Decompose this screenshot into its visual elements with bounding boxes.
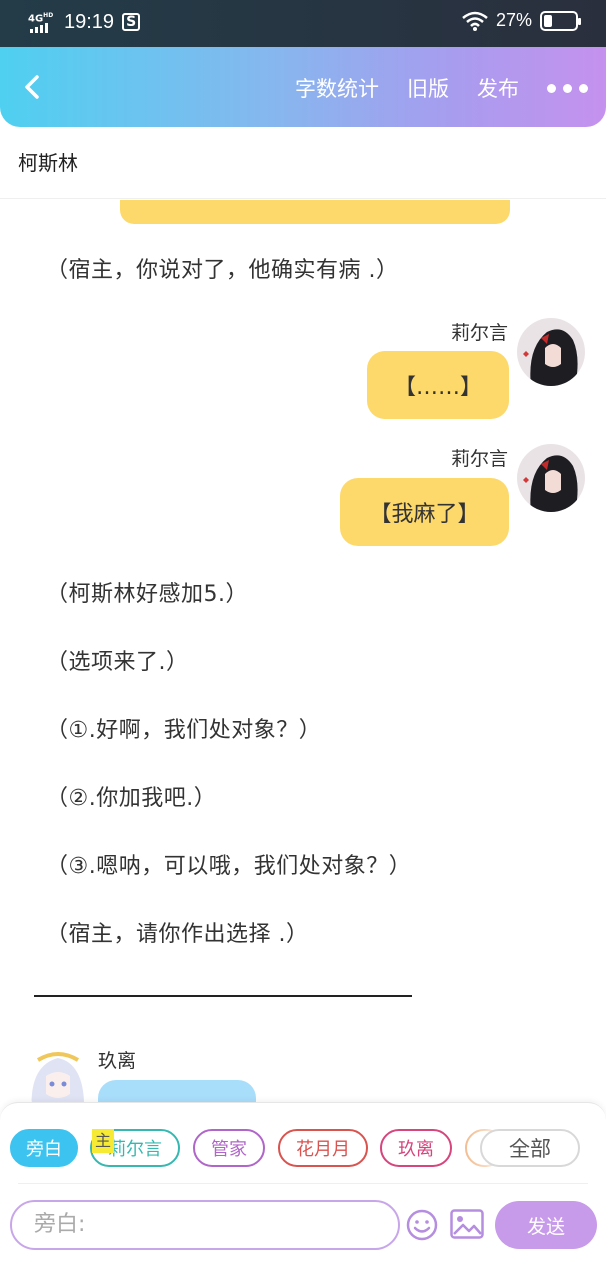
old-version-button[interactable]: 旧版 bbox=[407, 73, 449, 103]
narration-line: （②.你加我吧.） bbox=[46, 786, 217, 811]
message-bubble-partial bbox=[120, 200, 510, 224]
status-bar: 4GHD 19:19 S 27% bbox=[0, 0, 606, 47]
battery-icon bbox=[540, 10, 581, 31]
chat-area[interactable]: （宿主，你说对了，他确实有病 .） 莉尔言 【……】 莉尔言 【我麻了】 （柯斯… bbox=[0, 200, 606, 1105]
message-bubble[interactable]: 【……】 bbox=[367, 351, 509, 419]
all-characters-button[interactable]: 全部 bbox=[480, 1129, 580, 1167]
character-chip-butler[interactable]: 管家 bbox=[193, 1129, 265, 1167]
composer-panel: 旁白 莉尔言 主 管家 花月月 玖离 全部 旁白: 发送 bbox=[0, 1102, 606, 1280]
image-icon[interactable] bbox=[450, 1209, 484, 1239]
narration-line: （宿主，你说对了，他确实有病 .） bbox=[46, 258, 399, 283]
app-notification-icon: S bbox=[122, 13, 141, 31]
divider bbox=[18, 1183, 588, 1184]
narration-line: （宿主，请你作出选择 .） bbox=[46, 922, 309, 947]
word-count-button[interactable]: 字数统计 bbox=[295, 73, 379, 103]
message-input[interactable]: 旁白: bbox=[10, 1200, 400, 1250]
wifi-icon bbox=[462, 11, 488, 31]
clock: 19:19 bbox=[64, 10, 115, 33]
narration-line: （柯斯林好感加5.） bbox=[46, 582, 248, 607]
narration-line: （①.好啊，我们处对象？） bbox=[46, 718, 322, 743]
speaker-name: 莉尔言 bbox=[450, 448, 508, 470]
character-chip-jiuli[interactable]: 玖离 bbox=[380, 1129, 452, 1167]
back-arrow-icon[interactable] bbox=[20, 74, 44, 100]
publish-button[interactable]: 发布 bbox=[477, 73, 519, 103]
main-character-badge: 主 bbox=[92, 1129, 114, 1153]
top-nav-bar: 字数统计 旧版 发布 bbox=[0, 47, 606, 127]
character-chip-huayueyue[interactable]: 花月月 bbox=[278, 1129, 368, 1167]
speaker-name: 莉尔言 bbox=[450, 322, 508, 344]
section-divider bbox=[34, 995, 412, 997]
avatar[interactable] bbox=[24, 1046, 92, 1105]
story-title[interactable]: 柯斯林 bbox=[0, 127, 606, 199]
speaker-name: 玖离 bbox=[98, 1050, 137, 1072]
avatar[interactable] bbox=[517, 318, 585, 386]
character-chip-narrator[interactable]: 旁白 bbox=[10, 1129, 78, 1167]
narration-line: （选项来了.） bbox=[46, 650, 189, 675]
emoji-icon[interactable] bbox=[406, 1209, 438, 1241]
avatar[interactable] bbox=[517, 444, 585, 512]
message-bubble[interactable]: 【我麻了】 bbox=[340, 478, 509, 546]
narration-line: （③.嗯呐，可以哦，我们处对象？） bbox=[46, 854, 412, 879]
cellular-signal-icon: 4GHD bbox=[28, 9, 56, 35]
send-button[interactable]: 发送 bbox=[495, 1201, 597, 1249]
battery-percent: 27% bbox=[495, 10, 532, 30]
more-options-icon[interactable] bbox=[547, 83, 588, 93]
character-selector[interactable]: 旁白 莉尔言 主 管家 花月月 玖离 全部 bbox=[10, 1129, 600, 1169]
